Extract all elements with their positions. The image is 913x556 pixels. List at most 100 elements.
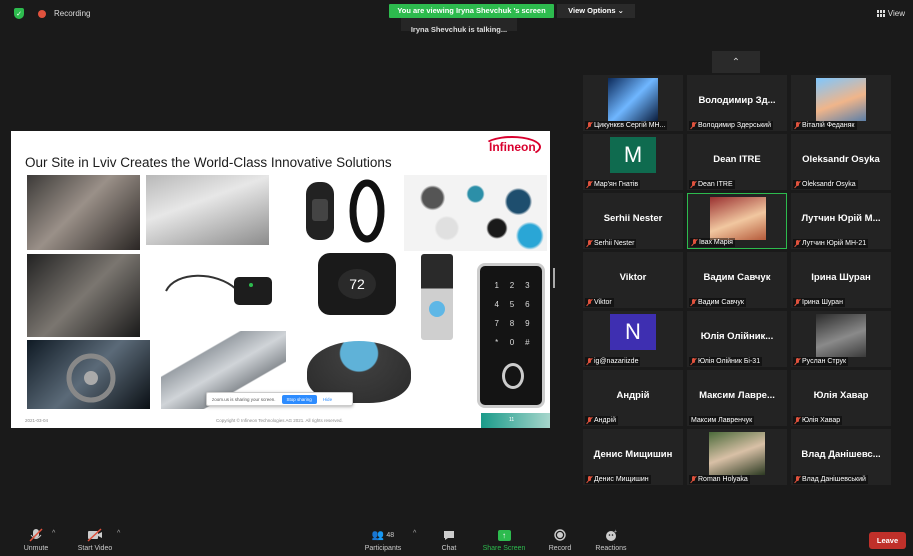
participant-display-name: Юлія Хавар xyxy=(813,390,869,401)
mic-muted-icon xyxy=(587,299,592,306)
participant-name-label: Івах Марія xyxy=(690,238,735,247)
participant-name-label: Максим Лавренчук xyxy=(689,416,755,425)
zoom-meeting-window: ✓ Recording Iryna Shevchuk is talking...… xyxy=(0,0,913,556)
mic-muted-icon xyxy=(691,181,696,188)
share-screen-button[interactable]: ↑ Share Screen xyxy=(479,528,529,552)
audio-options-caret[interactable]: ^ xyxy=(52,530,55,537)
participants-options-caret[interactable]: ^ xyxy=(413,530,416,537)
participant-tile[interactable]: M Мар'ян Гнатів xyxy=(583,134,683,190)
participant-tile[interactable]: Serhii Nester Serhii Nester xyxy=(583,193,683,249)
participant-tile[interactable]: Ірина Шуран Ірина Шуран xyxy=(791,252,891,308)
participant-tile[interactable]: Roman Holyaka xyxy=(687,429,787,485)
chat-label: Chat xyxy=(441,545,457,552)
mic-muted-icon xyxy=(691,358,696,365)
video-off-icon xyxy=(87,528,102,542)
recording-label[interactable]: Recording xyxy=(54,9,90,18)
participant-name: Влад Данішевський xyxy=(802,476,866,483)
participant-tile[interactable]: Viktor Viktor xyxy=(583,252,683,308)
split-divider-handle[interactable] xyxy=(553,268,555,288)
mic-muted-icon xyxy=(795,181,800,188)
participants-button[interactable]: 👥 48 Participants xyxy=(360,528,406,553)
participant-name-label: Лутчин Юрій МН-21 xyxy=(793,239,869,248)
mic-muted-icon xyxy=(795,240,800,247)
participant-name: Андрій xyxy=(594,417,616,424)
participant-tile[interactable]: Денис Мищишин Денис Мищишин xyxy=(583,429,683,485)
fitness-trackers-image xyxy=(306,179,385,243)
participant-name-label: Мар'ян Гнатів xyxy=(585,180,641,189)
participant-name: Івах Марія xyxy=(699,239,733,246)
hide-button[interactable]: Hide xyxy=(323,397,332,402)
talking-text: Iryna Shevchuk is talking... xyxy=(410,25,508,34)
start-video-button[interactable]: Start Video xyxy=(72,528,118,552)
reactions-button[interactable]: + Reactions xyxy=(592,528,630,553)
chat-button[interactable]: Chat xyxy=(436,528,462,552)
mic-muted-icon xyxy=(691,476,696,483)
microphone-muted-icon xyxy=(29,528,43,542)
share-screen-icon: ↑ xyxy=(497,529,511,541)
participant-tile[interactable]: Dean ITRE Dean ITRE xyxy=(687,134,787,190)
participant-tile[interactable]: Вадим Савчук Вадим Савчук xyxy=(687,252,787,308)
participant-tile[interactable]: Oleksandr Osyka Oleksandr Osyka xyxy=(791,134,891,190)
chevron-up-icon: ⌃ xyxy=(731,56,741,68)
mic-muted-icon xyxy=(587,240,592,247)
participant-name: Мар'ян Гнатів xyxy=(594,181,639,188)
earbuds-collection-image xyxy=(404,175,547,251)
stop-sharing-button[interactable]: Stop sharing xyxy=(281,394,317,404)
participant-tile[interactable]: Влад Данішевс... Влад Данішевський xyxy=(791,429,891,485)
participant-display-name: Лутчин Юрій М... xyxy=(801,213,881,224)
recording-icon xyxy=(38,9,46,18)
participant-tile[interactable]: Володимир Зд... Володимир Здерський xyxy=(687,75,787,131)
participant-name-label: Денис Мищишин xyxy=(585,475,651,484)
mic-muted-icon xyxy=(691,122,696,129)
share-bar-text: zoom.us is sharing your screen. xyxy=(212,396,276,402)
participant-name: Цикункєв Сергій МН... xyxy=(594,122,666,129)
participant-name-label: Serhii Nester xyxy=(585,239,637,248)
avatar xyxy=(608,78,658,121)
start-video-label: Start Video xyxy=(77,545,113,552)
unmute-label: Unmute xyxy=(23,545,49,552)
participant-tile[interactable]: Віталій Феданяк xyxy=(791,75,891,131)
participant-tile[interactable]: Івах Марія xyxy=(687,193,787,249)
smart-lock-handle xyxy=(502,363,524,389)
participant-name: Viktor xyxy=(594,299,612,306)
participant-display-name: Юлія Олійник... xyxy=(700,331,774,342)
avatar xyxy=(710,197,766,240)
slide-title: Our Site in Lviv Creates the World-Class… xyxy=(25,155,392,170)
participant-name: Ірина Шуран xyxy=(802,299,843,306)
participant-display-name: Dean ITRE xyxy=(713,154,761,165)
view-label: View xyxy=(887,9,905,18)
participant-name: Roman Holyaka xyxy=(698,476,748,483)
participant-tile[interactable]: Лутчин Юрій М... Лутчин Юрій МН-21 xyxy=(791,193,891,249)
participant-tile[interactable]: Максим Лавре... Максим Лавренчук xyxy=(687,370,787,426)
participant-name: Володимир Здерський xyxy=(698,122,771,129)
participant-name: Вадим Савчук xyxy=(698,299,744,306)
mic-muted-icon xyxy=(795,122,800,129)
participant-tile[interactable]: Юлія Олійник... Юлія Олійник Бі-31 xyxy=(687,311,787,367)
view-options-button[interactable]: View Options ⌄ xyxy=(557,4,635,18)
screen-sharing-bar: zoom.us is sharing your screen. Stop sha… xyxy=(206,392,353,406)
meeting-toolbar: Unmute ^ Start Video ^ 👥 48 Participants … xyxy=(0,520,913,556)
participant-display-name: Денис Мищишин xyxy=(593,449,673,460)
smart-lock-keypad: 1 2 3 4 5 6 7 8 9 * 0 # xyxy=(494,281,530,347)
participant-tile[interactable]: Цикункєв Сергій МН... xyxy=(583,75,683,131)
participant-name: Лутчин Юрій МН-21 xyxy=(802,240,867,247)
participant-tile[interactable]: Юлія Хавар Юлія Хавар xyxy=(791,370,891,426)
participant-tile[interactable]: Nig@nazariizde xyxy=(583,311,683,367)
record-button[interactable]: Record xyxy=(545,528,575,552)
participant-tile[interactable]: Андрій Андрій xyxy=(583,370,683,426)
participant-name: Dean ITRE xyxy=(698,181,733,188)
mic-muted-icon xyxy=(587,358,592,365)
participant-tile[interactable]: Руслан Струк xyxy=(791,311,891,367)
participant-name: Руслан Струк xyxy=(802,358,847,365)
gallery-scroll-up-button[interactable]: ⌃ xyxy=(712,51,760,73)
participants-icon: 👥 xyxy=(371,529,385,541)
participant-name-label: Цикункєв Сергій МН... xyxy=(585,121,668,130)
encryption-shield-icon[interactable]: ✓ xyxy=(14,8,24,19)
avatar xyxy=(816,78,866,121)
car-dashboard-image xyxy=(27,175,140,250)
view-button[interactable]: View xyxy=(876,9,905,18)
unmute-button[interactable]: Unmute xyxy=(18,528,54,552)
participant-name-label: Вадим Савчук xyxy=(689,298,746,307)
video-options-caret[interactable]: ^ xyxy=(117,530,120,537)
leave-button[interactable]: Leave xyxy=(869,532,906,549)
